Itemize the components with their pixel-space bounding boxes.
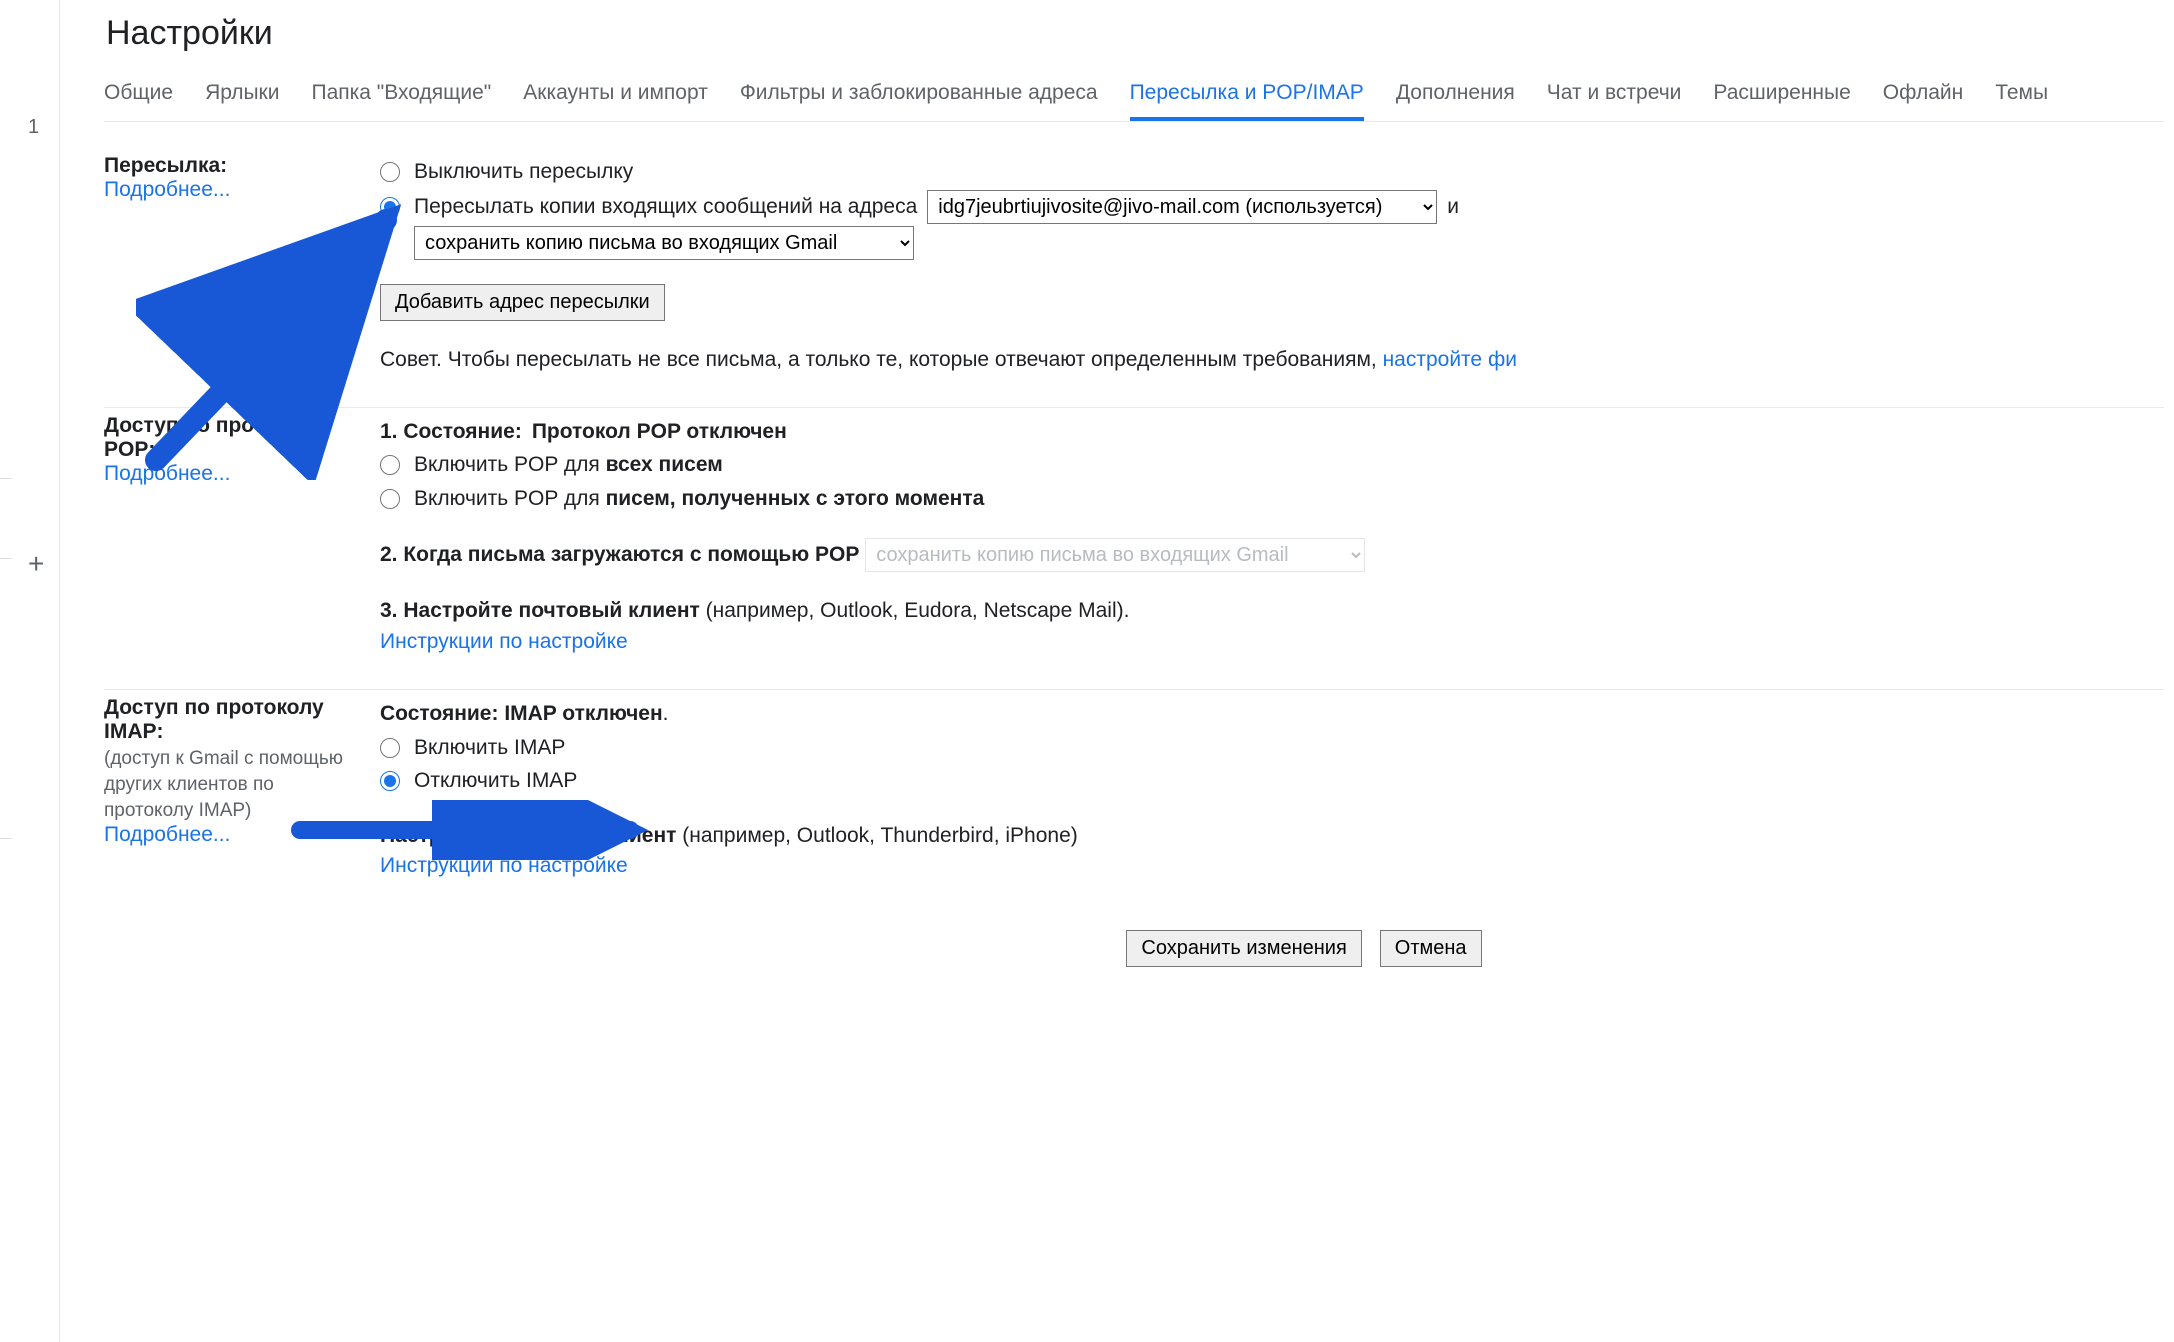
tab-forwarding[interactable]: Пересылка и POP/IMAP <box>1130 75 1364 121</box>
pop-step2-label: 2. Когда письма загружаются с помощью PO… <box>380 543 859 566</box>
cancel-button[interactable]: Отмена <box>1380 930 1482 967</box>
imap-status-value: IMAP отключен <box>504 702 662 725</box>
pop-action-select: сохранить копию письма во входящих Gmail <box>865 538 1365 572</box>
forwarding-learn-more-link[interactable]: Подробнее... <box>104 178 230 201</box>
tab-advanced[interactable]: Расширенные <box>1713 75 1850 121</box>
imap-status-dot: . <box>663 702 669 725</box>
footer-buttons: Сохранить изменения Отмена <box>444 930 2164 967</box>
imap-sublabel: (доступ к Gmail с помощью других клиенто… <box>104 746 364 823</box>
forward-address-select[interactable]: idg7jeubrtiujivosite@jivo-mail.com (испо… <box>927 190 1437 224</box>
forwarding-tip-text: Совет. Чтобы пересылать не все письма, а… <box>380 348 1383 371</box>
forwarding-label: Пересылка: <box>104 154 364 178</box>
radio-imap-enable[interactable] <box>380 738 400 758</box>
save-button[interactable]: Сохранить изменения <box>1126 930 1361 967</box>
section-pop: Доступ по протоколу POP: Подробнее... 1.… <box>104 408 2164 690</box>
tab-addons[interactable]: Дополнения <box>1396 75 1515 121</box>
radio-pop-all[interactable] <box>380 455 400 475</box>
imap-configure-rest: (например, Outlook, Thunderbird, iPhone) <box>676 824 1077 847</box>
imap-status-prefix: Состояние: <box>380 702 504 725</box>
tab-themes[interactable]: Темы <box>1995 75 2048 121</box>
pop-status-value: Протокол POP отключен <box>532 416 787 448</box>
radio-forward-enable[interactable] <box>380 197 400 217</box>
settings-tabs: Общие Ярлыки Папка "Входящие" Аккаунты и… <box>104 75 2164 122</box>
add-forwarding-address-button[interactable]: Добавить адрес пересылки <box>380 284 665 321</box>
pop-all-prefix: Включить POP для <box>414 453 606 476</box>
radio-pop-new[interactable] <box>380 489 400 509</box>
left-sidebar: 1 + <box>0 0 60 1342</box>
pop-status-prefix: 1. Состояние: <box>380 416 522 448</box>
pop-new-bold: писем, полученных с этого момента <box>606 487 985 510</box>
settings-page: Настройки Общие Ярлыки Папка "Входящие" … <box>104 10 2164 967</box>
imap-instructions-link[interactable]: Инструкции по настройке <box>380 854 628 877</box>
section-imap: Доступ по протоколу IMAP: (доступ к Gmai… <box>104 690 2164 929</box>
imap-learn-more-link[interactable]: Подробнее... <box>104 823 230 846</box>
radio-forward-disable[interactable] <box>380 162 400 182</box>
pop-new-prefix: Включить POP для <box>414 487 606 510</box>
imap-disable-label: Отключить IMAP <box>414 765 577 797</box>
tab-general[interactable]: Общие <box>104 75 173 121</box>
pop-instructions-link[interactable]: Инструкции по настройке <box>380 630 628 653</box>
pop-step3-bold: 3. Настройте почтовый клиент <box>380 599 700 622</box>
forward-and: и <box>1447 191 1459 223</box>
section-forwarding: Пересылка: Подробнее... Выключить пересы… <box>104 148 2164 408</box>
pop-all-bold: всех писем <box>606 453 723 476</box>
imap-enable-label: Включить IMAP <box>414 732 565 764</box>
page-title: Настройки <box>106 14 2164 53</box>
forward-keep-select[interactable]: сохранить копию письма во входящих Gmail <box>414 226 914 260</box>
tab-chat[interactable]: Чат и встречи <box>1547 75 1682 121</box>
tab-inbox[interactable]: Папка "Входящие" <box>311 75 491 121</box>
imap-configure-bold: Настройте почтовый клиент <box>380 824 676 847</box>
tab-labels[interactable]: Ярлыки <box>205 75 279 121</box>
add-label-icon[interactable]: + <box>28 548 44 580</box>
pop-learn-more-link[interactable]: Подробнее... <box>104 462 230 485</box>
pop-step3-rest: (например, Outlook, Eudora, Netscape Mai… <box>700 599 1130 622</box>
tab-offline[interactable]: Офлайн <box>1883 75 1963 121</box>
label-count: 1 <box>28 116 39 139</box>
tab-filters[interactable]: Фильтры и заблокированные адреса <box>740 75 1098 121</box>
forwarding-setup-filter-link[interactable]: настройте фи <box>1383 348 1517 371</box>
forward-disable-label: Выключить пересылку <box>414 156 633 188</box>
pop-label: Доступ по протоколу POP: <box>104 414 364 462</box>
forward-enable-label: Пересылать копии входящих сообщений на а… <box>414 191 917 223</box>
imap-label: Доступ по протоколу IMAP: <box>104 696 364 744</box>
radio-imap-disable[interactable] <box>380 771 400 791</box>
tab-accounts[interactable]: Аккаунты и импорт <box>523 75 708 121</box>
